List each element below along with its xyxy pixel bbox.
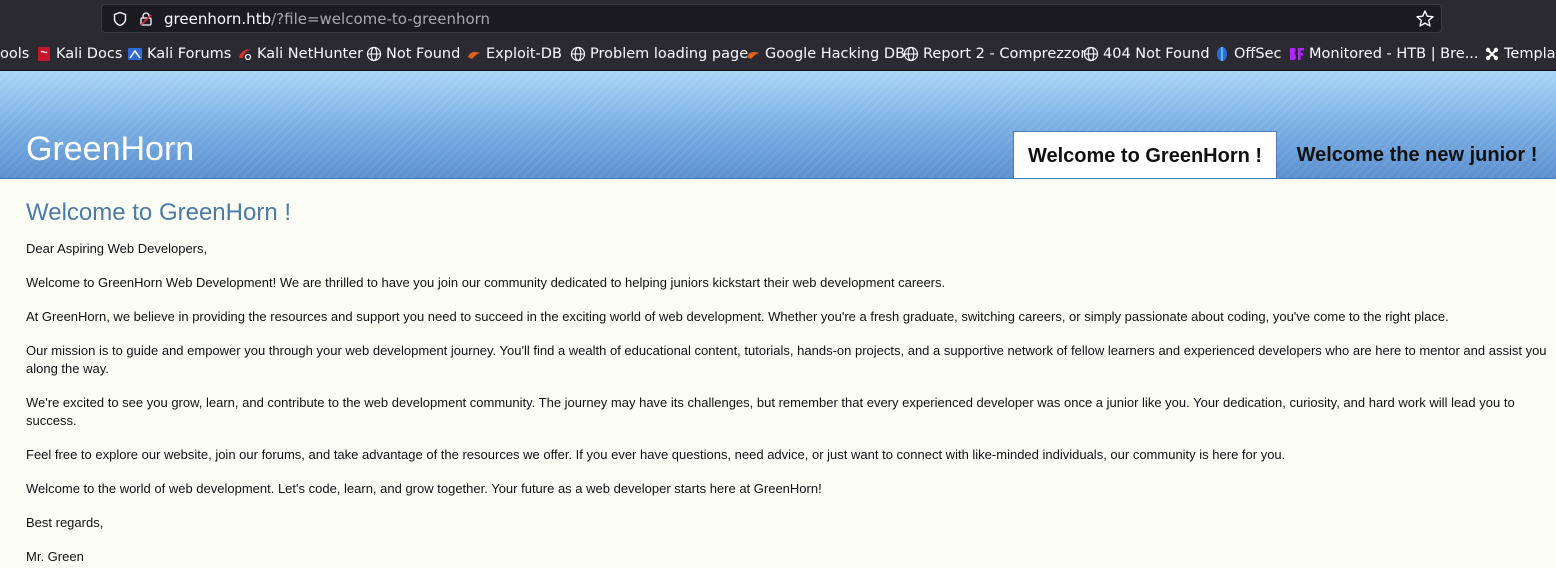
kali-docs-icon <box>38 47 50 61</box>
bookmark-item[interactable]: Kali NetHunter <box>237 45 363 63</box>
article-heading: Welcome to GreenHorn ! <box>26 199 291 226</box>
lock-icon[interactable] <box>138 11 154 27</box>
site-title[interactable]: GreenHorn <box>26 130 194 169</box>
article-paragraph: Welcome to the world of web development.… <box>26 481 822 496</box>
url-bar[interactable]: greenhorn.htb/?file=welcome-to-greenhorn <box>101 4 1442 33</box>
bookmark-label: OffSec <box>1234 46 1282 62</box>
bookmark-label: ools <box>0 46 30 62</box>
exploit-db-icon <box>468 52 480 59</box>
bookmark-label: Kali NetHunter <box>257 46 364 62</box>
url-path: /?file=welcome-to-greenhorn <box>271 10 491 28</box>
kali-nethunter-icon <box>239 49 252 61</box>
bf-icon <box>1290 48 1304 60</box>
url-text[interactable]: greenhorn.htb/?file=welcome-to-greenhorn <box>164 10 490 28</box>
globe-icon <box>1083 46 1099 62</box>
bookmark-label: Exploit-DB <box>486 46 562 62</box>
article-paragraph: Dear Aspiring Web Developers, <box>26 241 208 256</box>
browser-toolbar: greenhorn.htb/?file=welcome-to-greenhorn <box>0 0 1556 37</box>
bookmark-item[interactable]: Monitored - HTB | Bre... <box>1289 45 1479 63</box>
bookmark-label: 404 Not Found <box>1103 46 1210 62</box>
bookmark-item[interactable]: 404 Not Found <box>1083 45 1210 63</box>
ghdb-icon <box>747 52 759 59</box>
bookmark-item[interactable]: Google Hacking DB <box>745 45 905 63</box>
url-host: greenhorn.htb <box>164 10 272 28</box>
tab-welcome-new-junior[interactable]: Welcome the new junior ! <box>1282 131 1552 178</box>
bookmark-item[interactable]: Kali Forums <box>127 45 231 63</box>
tab-welcome-to-greenhorn[interactable]: Welcome to GreenHorn ! <box>1013 131 1277 178</box>
bookmark-item[interactable]: OffSec <box>1214 45 1282 63</box>
article-paragraph: Our mission is to guide and empower you … <box>26 343 1547 376</box>
bookmark-label: Not Found <box>386 46 461 62</box>
bookmark-item[interactable]: Problem loading page <box>570 45 748 63</box>
bookmark-item[interactable]: Report 2 - Comprezzor <box>903 45 1086 63</box>
bookmark-label: Kali Docs <box>56 46 123 62</box>
bookmark-item[interactable]: ools <box>0 45 29 63</box>
kali-forums-icon <box>128 48 142 60</box>
bookmark-label: Templat <box>1504 46 1556 62</box>
article-paragraph: Best regards, <box>26 515 104 530</box>
article-paragraph: Welcome to GreenHorn Web Development! We… <box>26 275 946 290</box>
bookmark-label: Report 2 - Comprezzor <box>923 46 1087 62</box>
bookmark-star-icon[interactable] <box>1415 9 1435 29</box>
shield-icon[interactable] <box>112 11 128 27</box>
bookmark-label: Google Hacking DB <box>765 46 906 62</box>
bookmark-item[interactable]: Templat <box>1484 45 1556 63</box>
offsec-icon <box>1217 47 1227 61</box>
article-paragraph: We're excited to see you grow, learn, an… <box>26 395 1515 428</box>
joomla-icon <box>1485 47 1499 61</box>
article-paragraph: At GreenHorn, we believe in providing th… <box>26 309 1449 324</box>
bookmarks-toolbar: ools Kali Docs Kali Forums Kali NetHunte… <box>0 37 1556 71</box>
globe-icon <box>366 46 382 62</box>
bookmark-label: Kali Forums <box>147 46 232 62</box>
bookmark-item[interactable]: Kali Docs <box>36 45 122 63</box>
globe-icon <box>570 46 586 62</box>
globe-icon <box>903 46 919 62</box>
bookmark-label: Problem loading page <box>590 46 749 62</box>
site-header: GreenHorn Welcome to GreenHorn ! Welcome… <box>0 71 1556 179</box>
bookmark-item[interactable]: Not Found <box>366 45 460 63</box>
article-content: Welcome to GreenHorn ! Dear Aspiring Web… <box>26 199 1551 568</box>
article-signature: Mr. Green <box>26 549 84 564</box>
article-paragraph: Feel free to explore our website, join o… <box>26 447 1286 462</box>
bookmark-label: Monitored - HTB | Bre... <box>1309 46 1479 62</box>
bookmark-item[interactable]: Exploit-DB <box>466 45 562 63</box>
